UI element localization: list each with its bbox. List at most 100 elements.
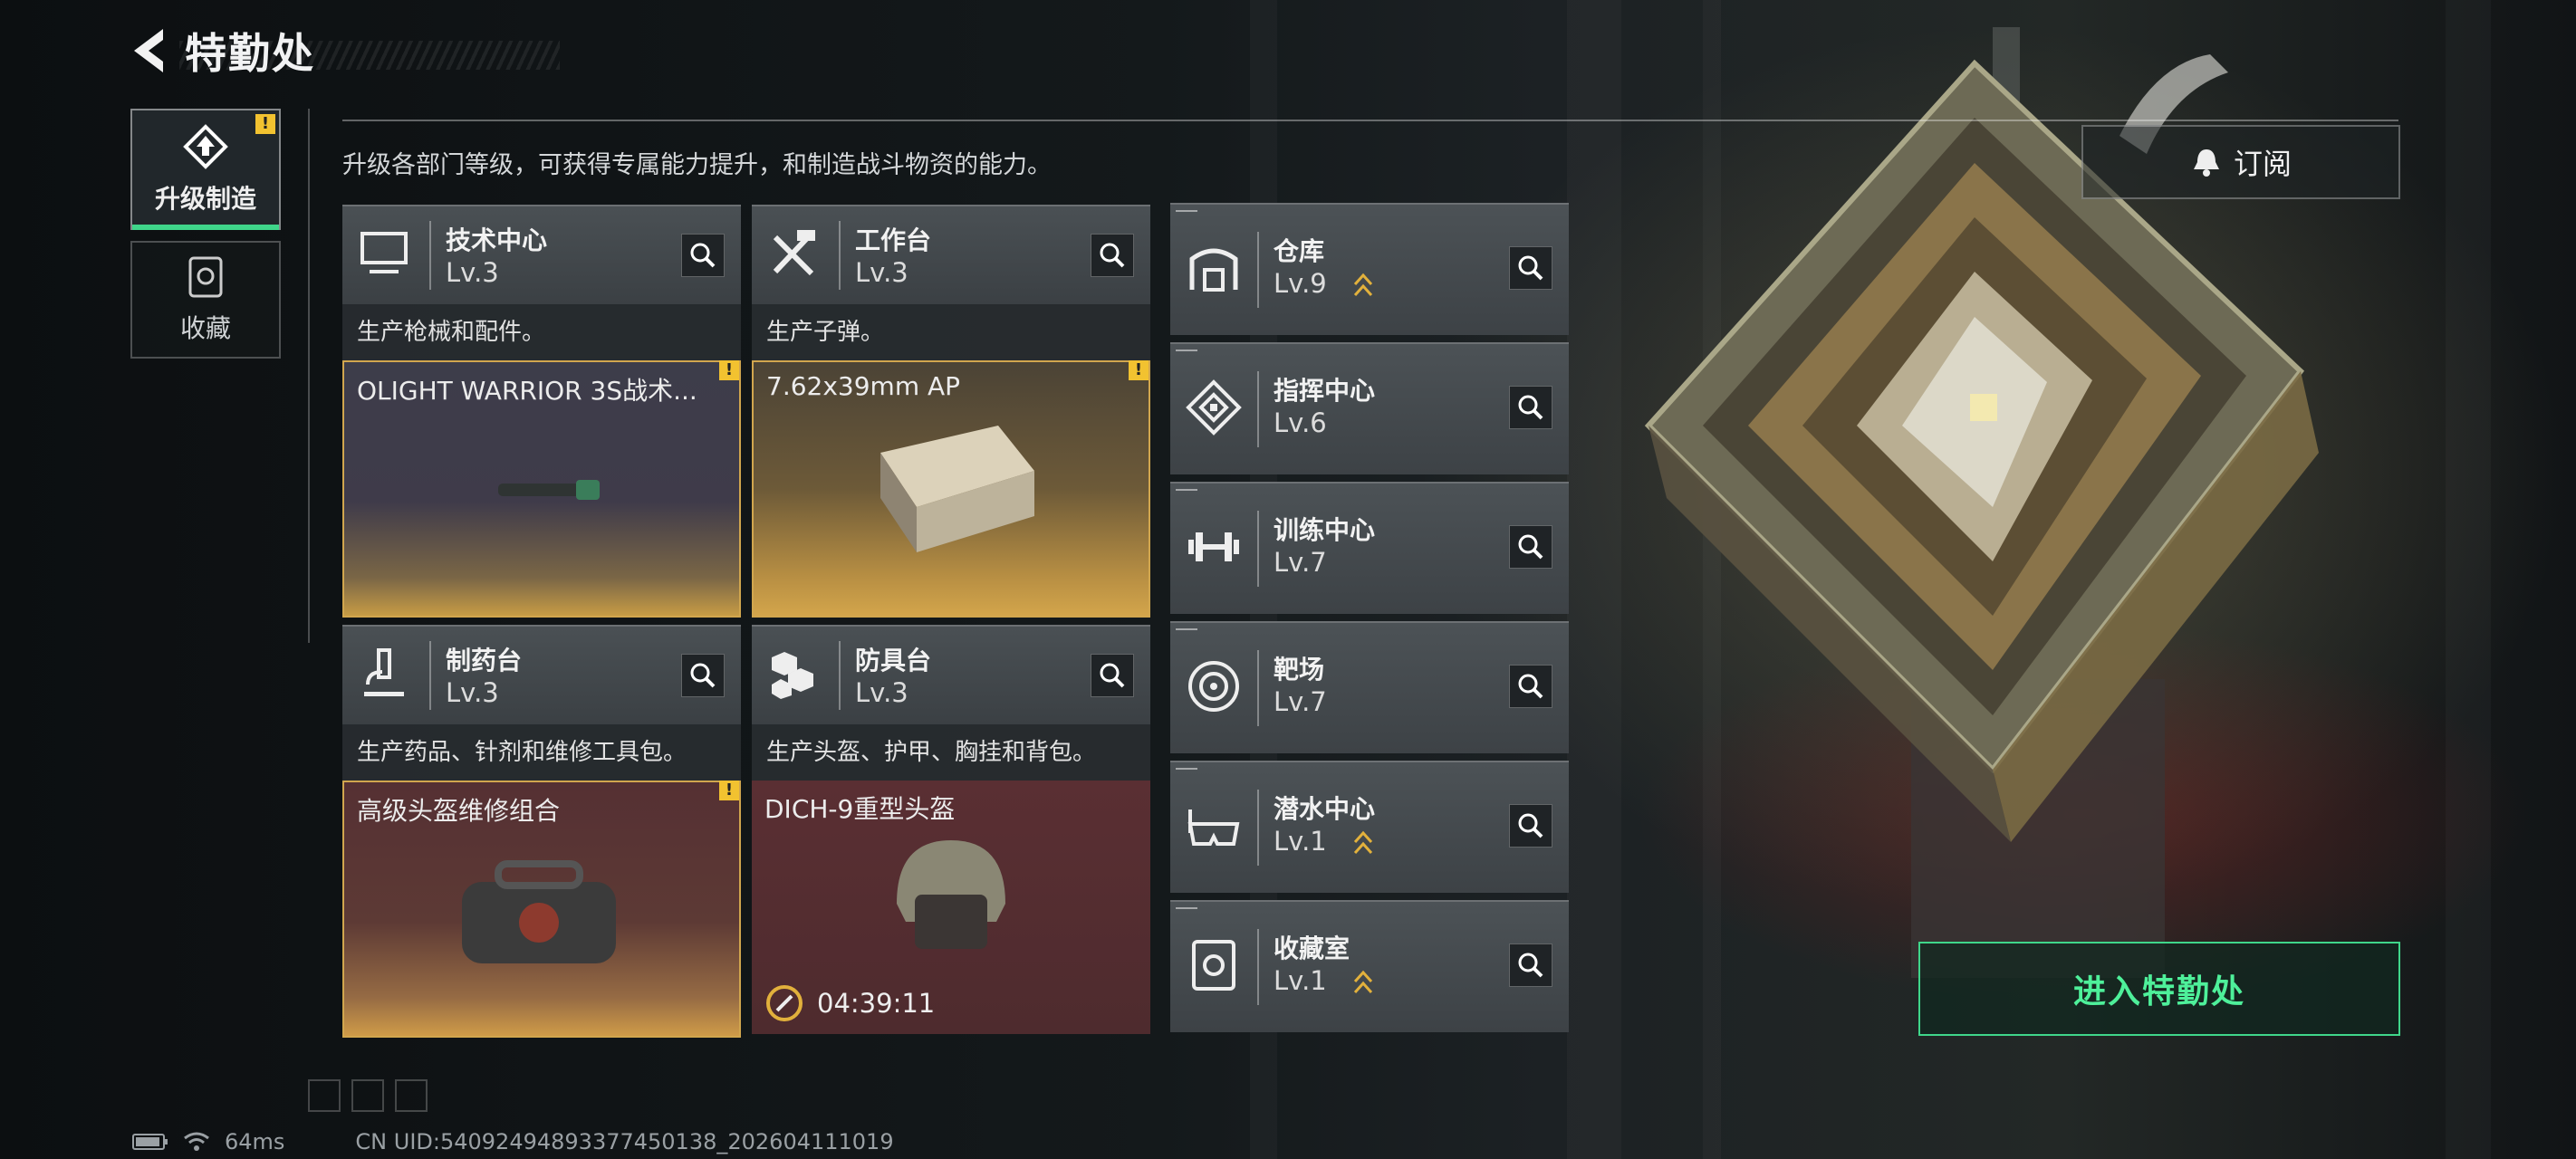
- product-name: 高级头盔维修组合: [357, 796, 561, 826]
- card-level: Lv.3: [446, 257, 499, 288]
- facility-shooting-range[interactable]: 靶场 Lv.7: [1170, 621, 1569, 753]
- department-card-pharmacy[interactable]: 制药台 Lv.3 生产药品、针剂和维修工具包。 高级头盔维修组合 !: [342, 625, 741, 1038]
- upgrade-arrow-icon: [1353, 830, 1373, 855]
- card-header: 技术中心 Lv.3: [342, 205, 741, 304]
- computer-icon: [360, 232, 408, 273]
- enter-button-label: 进入特勤处: [2072, 973, 2245, 1011]
- card-header: 制药台 Lv.3: [342, 625, 741, 724]
- alert-badge: !: [719, 781, 739, 800]
- card-name: 技术中心: [446, 225, 548, 255]
- product-slot[interactable]: 7.62x39mm AP !: [752, 360, 1150, 618]
- target-icon: [1188, 661, 1239, 712]
- facility-level: Lv.6: [1274, 407, 1327, 438]
- decoration: [308, 1079, 428, 1112]
- facility-command-center[interactable]: 指挥中心 Lv.6: [1170, 342, 1569, 474]
- facility-name: 潜水中心: [1274, 794, 1376, 824]
- card-level: Lv.3: [446, 677, 499, 708]
- facility-name: 仓库: [1274, 236, 1325, 266]
- search-icon[interactable]: [1509, 804, 1552, 848]
- alert-badge: !: [255, 114, 275, 134]
- search-icon[interactable]: [1509, 943, 1552, 987]
- bell-icon: [2193, 149, 2219, 177]
- tab-label: 收藏: [179, 313, 231, 343]
- repair-kit-bag-image: [462, 860, 616, 963]
- separator: [429, 221, 431, 290]
- uid-text: CN UID:5409249489337745013​8_20260411101…: [355, 1129, 894, 1154]
- wifi-icon: [184, 1132, 209, 1151]
- collection-room-icon: [1192, 940, 1235, 991]
- microscope-icon: [364, 648, 404, 696]
- header: 特勤处: [127, 22, 560, 80]
- card-description: 生产药品、针剂和维修工具包。: [342, 724, 741, 781]
- decoration: [1176, 628, 1197, 630]
- facility-level: Lv.7: [1274, 686, 1327, 717]
- department-card-armor[interactable]: 防具台 Lv.3 生产头盔、护甲、胸挂和背包。 DICH-9重型头盔 04:39…: [752, 625, 1150, 1034]
- page-description: 升级各部门等级，可获得专属能力提升，和制造战斗物资的能力。: [342, 151, 1052, 179]
- facility-level: Lv.7: [1274, 547, 1327, 578]
- card-description: 生产头盔、护甲、胸挂和背包。: [752, 724, 1150, 781]
- department-card-tech-center[interactable]: 技术中心 Lv.3 生产枪械和配件。 OLIGHT WARRIOR 3S战术..…: [342, 205, 741, 618]
- separator: [1257, 790, 1259, 866]
- card-description: 生产枪械和配件。: [342, 304, 741, 360]
- search-icon[interactable]: [1091, 654, 1134, 697]
- card-level: Lv.3: [855, 257, 908, 288]
- title-decoration: [179, 41, 560, 70]
- product-slot[interactable]: 高级头盔维修组合 !: [342, 781, 741, 1038]
- upgrade-icon: [183, 124, 228, 169]
- facility-training-center[interactable]: 训练中心 Lv.7: [1170, 482, 1569, 614]
- facility-name: 靶场: [1274, 655, 1325, 685]
- tab-collection[interactable]: 收藏: [130, 241, 281, 359]
- card-level: Lv.3: [855, 677, 908, 708]
- product-slot[interactable]: OLIGHT WARRIOR 3S战术... !: [342, 360, 741, 618]
- upgrade-arrow-icon: [1353, 273, 1373, 297]
- card-name: 制药台: [446, 646, 523, 675]
- alert-badge: !: [719, 360, 739, 380]
- search-icon[interactable]: [1509, 665, 1552, 708]
- facility-name: 训练中心: [1274, 515, 1376, 545]
- decoration: [1176, 489, 1197, 491]
- production-timer: 04:39:11: [764, 983, 935, 1023]
- facility-level: Lv.1: [1274, 826, 1327, 857]
- command-icon: [1186, 379, 1242, 436]
- product-name: 7.62x39mm AP: [766, 371, 961, 401]
- product-name: DICH-9重型头盔: [764, 794, 956, 824]
- warehouse-icon: [1189, 248, 1238, 292]
- facility-level: Lv.9: [1274, 268, 1327, 299]
- product-name: OLIGHT WARRIOR 3S战术...: [357, 376, 697, 406]
- decoration: [1176, 350, 1197, 351]
- facility-collection-room[interactable]: 收藏室 Lv.1: [1170, 900, 1569, 1032]
- armor-icon: [772, 652, 813, 699]
- subscribe-label: 订阅: [2233, 147, 2292, 181]
- ammo-box-image: [880, 426, 1034, 552]
- product-slot[interactable]: DICH-9重型头盔 04:39:11: [752, 781, 1150, 1034]
- decoration: [1176, 768, 1197, 770]
- flashlight-image: [498, 480, 600, 500]
- decoration: [1176, 907, 1197, 909]
- separator: [1257, 929, 1259, 1005]
- dumbbell-icon: [1188, 532, 1239, 561]
- card-header: 防具台 Lv.3: [752, 625, 1150, 724]
- card-name: 工作台: [855, 225, 932, 255]
- separator: [429, 641, 431, 710]
- search-icon[interactable]: [1091, 234, 1134, 277]
- search-icon[interactable]: [681, 654, 725, 697]
- collection-icon: [188, 256, 223, 298]
- facility-diving-center[interactable]: 潜水中心 Lv.1: [1170, 761, 1569, 893]
- facility-level: Lv.1: [1274, 965, 1327, 996]
- wrench-timer-icon: [766, 985, 803, 1021]
- diving-mask-icon: [1187, 809, 1240, 846]
- battery-icon: [132, 1134, 168, 1150]
- search-icon[interactable]: [1509, 525, 1552, 569]
- search-icon[interactable]: [1509, 386, 1552, 429]
- search-icon[interactable]: [1509, 246, 1552, 290]
- facility-warehouse[interactable]: 仓库 Lv.9: [1170, 203, 1569, 335]
- separator: [1257, 371, 1259, 447]
- search-icon[interactable]: [681, 234, 725, 277]
- enter-special-ops-button[interactable]: 进入特勤处: [1918, 942, 2400, 1036]
- alert-badge: !: [1129, 360, 1149, 380]
- back-arrow-icon[interactable]: [127, 25, 174, 76]
- subscribe-button[interactable]: 订阅: [2081, 125, 2400, 199]
- tab-upgrade-craft[interactable]: 升级制造 !: [130, 109, 281, 230]
- separator: [1257, 511, 1259, 587]
- department-card-workbench[interactable]: 工作台 Lv.3 生产子弹。 7.62x39mm AP !: [752, 205, 1150, 618]
